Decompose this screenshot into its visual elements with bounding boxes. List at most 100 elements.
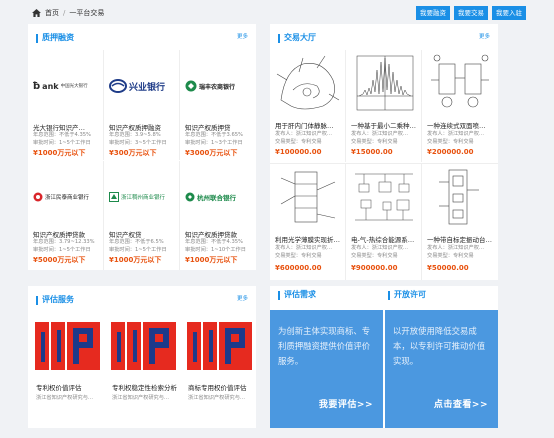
pledge-price: ¥5000万元以下 xyxy=(33,256,86,264)
trade-name: 一种基于最小二乘种… xyxy=(351,122,416,130)
pledge-price: ¥1000万元以下 xyxy=(33,149,86,157)
trade-price: ¥600000.00 xyxy=(275,264,322,272)
trade-more-link[interactable]: 更多 xyxy=(479,32,490,40)
trade-type: 交易类型：专利交易 xyxy=(351,139,398,145)
bank-logo: ƀ ank 中国光大银行 xyxy=(33,80,88,92)
demand-title: 评估需求 xyxy=(278,290,316,300)
evaluation-org: 浙江省知识产权研究与… xyxy=(188,395,246,401)
trade-publisher: 发布人：浙江知识产权… xyxy=(427,131,485,137)
demand-card[interactable]: 为创新主体实现商标、专利质押融资提供价值评价服务。 我要评估>> xyxy=(270,310,383,428)
pledge-price: ¥300万元以下 xyxy=(109,149,157,157)
patent-drawing xyxy=(349,164,419,230)
top-actions: 我要融资 我要交易 我要入驻 xyxy=(416,6,526,20)
evaluation-name: 商标专用权价值评估 xyxy=(188,384,247,392)
join-button[interactable]: 我要入驻 xyxy=(492,6,526,20)
pledge-card[interactable]: 浙江稠州商业银行 知识产权贷 年息范围：不低于6.5% 审批时间：1~5个工作日… xyxy=(104,161,180,270)
trade-type: 交易类型：专利交易 xyxy=(427,139,474,145)
patent-drawing xyxy=(349,50,419,116)
pledge-rate: 年息范围：不低于6.5% xyxy=(109,239,164,245)
patent-drawing xyxy=(425,164,495,230)
trade-price: ¥15000.00 xyxy=(351,148,393,156)
trade-publisher: 发布人：浙江知识产权… xyxy=(275,245,333,251)
trade-price: ¥200000.00 xyxy=(427,148,474,156)
trade-publisher: 发布人：浙江知识产权… xyxy=(351,245,409,251)
pledge-term: 审批时间：1~5个工作日 xyxy=(109,247,167,253)
bank-logo: 兴业银行 xyxy=(109,78,165,94)
pledge-card[interactable]: 兴业银行 知识产权质押融资 年息范围：3.9~5.8% 审批时间：3~5个工作日… xyxy=(104,50,180,160)
trade-card[interactable]: 一种基于最小二乘种… 发布人：浙江知识产权… 交易类型：专利交易 ¥15000.… xyxy=(346,50,422,162)
evaluation-org: 浙江省知识产权研究与… xyxy=(36,395,94,401)
license-text: 以开放使用降低交易成本，以专利许可推动价值实现。 xyxy=(393,326,486,366)
pledge-card[interactable]: 瑞丰农商银行 知识产权质押贷 年息范围：不低于3.65% 审批时间：1~3个工作… xyxy=(180,50,256,160)
pledge-rate: 年息范围：3.9~5.8% xyxy=(109,132,161,138)
breadcrumb-current: 一平台交易 xyxy=(69,9,105,17)
trade-type: 交易类型：专利交易 xyxy=(275,253,322,259)
trade-name: 一种连续式双面喷… xyxy=(427,122,486,130)
license-title: 开放许可 xyxy=(388,290,426,300)
trade-button[interactable]: 我要交易 xyxy=(454,6,488,20)
trade-price: ¥50000.00 xyxy=(427,264,469,272)
pledge-term: 审批时间：1~3个工作日 xyxy=(185,140,243,146)
trade-type: 交易类型：专利交易 xyxy=(427,253,474,259)
bank-logo: 杭州联合银行 xyxy=(185,189,236,205)
trade-name: 用于肝内门体静脉… xyxy=(275,122,334,130)
pledge-more-link[interactable]: 更多 xyxy=(237,32,248,40)
trade-publisher: 发布人：浙江知识产权… xyxy=(427,245,485,251)
license-action-link[interactable]: 点击查看>> xyxy=(434,397,488,410)
trade-publisher: 发布人：浙江知识产权… xyxy=(351,131,409,137)
demand-action-link[interactable]: 我要评估>> xyxy=(319,397,373,410)
pledge-rate: 年息范围：不低于3.65% xyxy=(185,132,243,138)
trade-title: 交易大厅 xyxy=(278,33,316,43)
evaluation-title: 评估服务 xyxy=(36,295,74,305)
bank-logo: 浙江稠州商业银行 xyxy=(109,189,165,205)
trade-name: 利用光学薄膜实现折… xyxy=(275,236,340,244)
trade-card[interactable]: 一种带自标定振动台… 发布人：浙江知识产权… 交易类型：专利交易 ¥50000.… xyxy=(422,164,498,280)
pledge-card[interactable]: 浙江民泰商业银行 知识产权质押贷款 年息范围：3.79~12.33% 审批时间：… xyxy=(28,161,104,270)
evaluation-logo xyxy=(31,316,104,376)
evaluation-name: 专利权价值评估 xyxy=(36,384,82,392)
breadcrumb: 首页 / 一平台交易 xyxy=(32,8,104,18)
evaluation-logo xyxy=(107,316,180,376)
pledge-card[interactable]: 杭州联合银行 知识产权质押贷款 年息范围：不低于4.35% 审批时间：1~10个… xyxy=(180,161,256,270)
trade-type: 交易类型：专利交易 xyxy=(275,139,322,145)
pledge-term: 审批时间：1~5个工作日 xyxy=(33,247,91,253)
bank-logo: 瑞丰农商银行 xyxy=(185,78,235,94)
trade-price: ¥100000.00 xyxy=(275,148,322,156)
trade-card[interactable]: 一种连续式双面喷… 发布人：浙江知识产权… 交易类型：专利交易 ¥200000.… xyxy=(422,50,498,162)
trade-card[interactable]: 利用光学薄膜实现折… 发布人：浙江知识产权… 交易类型：专利交易 ¥600000… xyxy=(270,164,346,280)
pledge-rate: 年息范围：3.79~12.33% xyxy=(33,239,95,245)
pledge-term: 审批时间：1~5个工作日 xyxy=(33,140,91,146)
trade-type: 交易类型：专利交易 xyxy=(351,253,398,259)
bank-logo: 浙江民泰商业银行 xyxy=(33,189,89,205)
trade-card[interactable]: 用于肝内门体静脉… 发布人：浙江知识产权… 交易类型：专利交易 ¥100000.… xyxy=(270,50,346,162)
pledge-title: 质押融资 xyxy=(36,33,74,43)
evaluation-card[interactable]: 专利权价值评估 浙江省知识产权研究与… xyxy=(31,316,105,426)
evaluation-name: 专利权稳定性检索分析 xyxy=(112,384,177,392)
pledge-term: 审批时间：3~5个工作日 xyxy=(109,140,167,146)
pledge-price: ¥1000万元以下 xyxy=(185,256,238,264)
trade-publisher: 发布人：浙江知识产权… xyxy=(275,131,333,137)
trade-panel: 交易大厅 更多 用于肝内门体静脉… 发布人：浙江知识产权… 交易类型：专利交易 … xyxy=(270,24,498,280)
evaluation-more-link[interactable]: 更多 xyxy=(237,294,248,302)
breadcrumb-separator: / xyxy=(63,9,66,17)
license-card[interactable]: 以开放使用降低交易成本，以专利许可推动价值实现。 点击查看>> xyxy=(385,310,498,428)
home-icon[interactable] xyxy=(32,9,41,17)
pledge-price: ¥1000万元以下 xyxy=(109,256,162,264)
pledge-rate: 年息范围：不低于4.35% xyxy=(185,239,243,245)
service-panel: 评估需求 开放许可 为创新主体实现商标、专利质押融资提供价值评价服务。 我要评估… xyxy=(270,286,498,428)
evaluation-card[interactable]: 商标专用权价值评估 浙江省知识产权研究与… xyxy=(183,316,256,426)
evaluation-org: 浙江省知识产权研究与… xyxy=(112,395,170,401)
pledge-panel: 质押融资 更多 ƀ ank 中国光大银行 光大银行知识产… 年息范围：不低于4.3… xyxy=(28,24,256,270)
pledge-price: ¥3000万元以下 xyxy=(185,149,238,157)
trade-price: ¥900000.00 xyxy=(351,264,398,272)
pledge-term: 审批时间：1~10个工作日 xyxy=(185,247,246,253)
trade-card[interactable]: 电-气-热综合能源系… 发布人：浙江知识产权… 交易类型：专利交易 ¥90000… xyxy=(346,164,422,280)
pledge-card[interactable]: ƀ ank 中国光大银行 光大银行知识产… 年息范围：不低于4.35% 审批时间：… xyxy=(28,50,104,160)
patent-drawing xyxy=(425,50,495,116)
trade-name: 电-气-热综合能源系… xyxy=(351,236,415,244)
evaluation-logo xyxy=(183,316,256,376)
evaluation-card[interactable]: 专利权稳定性检索分析 浙江省知识产权研究与… xyxy=(107,316,181,426)
finance-button[interactable]: 我要融资 xyxy=(416,6,450,20)
breadcrumb-home[interactable]: 首页 xyxy=(45,8,59,18)
demand-text: 为创新主体实现商标、专利质押融资提供价值评价服务。 xyxy=(278,326,371,366)
